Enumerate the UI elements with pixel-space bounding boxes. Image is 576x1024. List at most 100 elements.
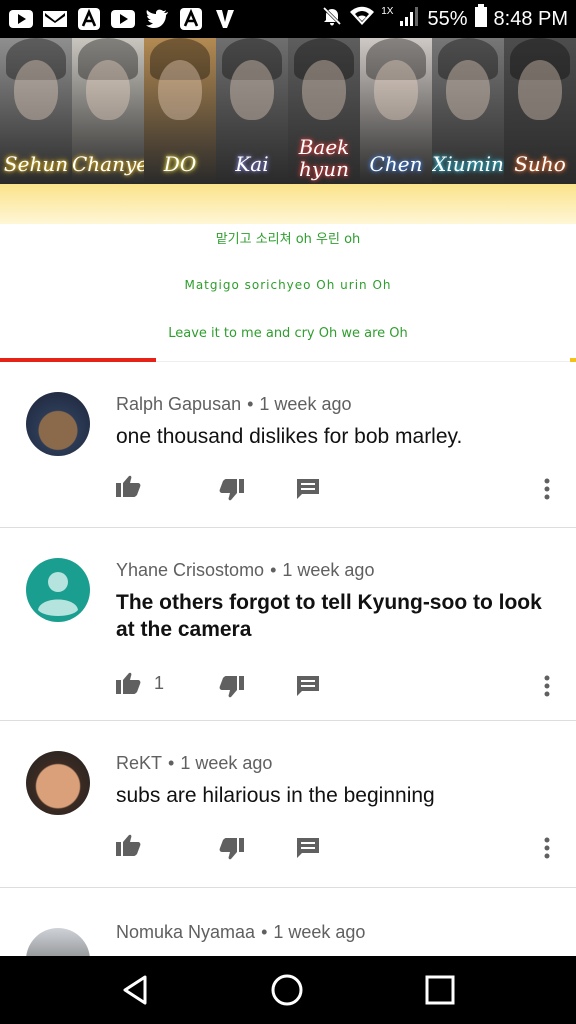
member-photo [230,60,274,120]
member-panel: Sehun [0,38,72,184]
system-status: 1X 55% 8:48 PM [321,4,568,34]
dislike-button[interactable] [218,838,244,860]
amino-icon [76,7,102,31]
comment-author[interactable]: ReKT [116,753,162,773]
member-name-line: hyun [299,157,349,181]
notification-icons [8,7,238,31]
reply-button[interactable] [296,675,320,697]
comment-author[interactable]: Ralph Gapusan [116,394,241,414]
member-photo [86,60,130,120]
twitter-icon [144,7,170,31]
thumbs-down-icon [218,676,244,698]
back-icon[interactable] [115,970,155,1010]
like-button[interactable] [116,475,142,497]
member-name: Baek hyun [288,136,360,180]
member-name: Suho [514,152,566,176]
mute-icon [321,5,343,33]
battery-icon [474,4,488,34]
reply-button[interactable] [296,837,320,859]
thumbs-up-icon [116,672,142,694]
clock: 8:48 PM [493,7,568,30]
comment-item: ReKT • 1 week ago subs are hilarious in the… [0,721,576,888]
member-panel: Xiumin [432,38,504,184]
default-avatar-icon [38,572,78,616]
thumbs-up-icon [116,834,142,856]
member-name: DO [163,152,197,176]
dislike-button[interactable] [218,479,244,501]
battery-percent: 55% [427,7,468,30]
like-button[interactable]: 1 [116,672,164,694]
more-options-button[interactable] [543,478,551,500]
lyric-english: Leave it to me and cry Oh we are Oh [168,326,408,341]
comment-text: one thousand dislikes for bob marley. [116,425,463,448]
separator-dot: • [247,394,254,414]
member-name: Sehun [3,152,69,176]
thumbs-down-icon [218,479,244,501]
member-photo [158,60,202,120]
member-strip: SehunChanyeol DO Kai Baekhyun Chen Xiumin Suho [0,38,576,184]
amino-icon [178,7,204,31]
status-bar: 1X 55% 8:48 PM [0,0,576,38]
youtube-icon [8,7,34,31]
separator-dot: • [261,922,268,942]
comment-item: Nomuka Nyamaa • 1 week ago [0,888,576,992]
member-photo [302,60,346,120]
like-button[interactable] [116,834,142,856]
member-panel: Baek hyun [288,38,360,184]
video-player[interactable]: SehunChanyeol DO Kai Baekhyun Chen Xiumin Suho… [0,38,576,362]
recents-icon[interactable] [420,970,460,1010]
dislike-button[interactable] [218,676,244,698]
member-panel: Chanyeol [72,38,144,184]
comment-author[interactable]: Yhane Crisostomo [116,560,264,580]
avatar[interactable] [26,751,90,815]
navigation-bar [0,956,576,1024]
comment-time: 1 week ago [282,560,375,580]
reply-icon [296,675,320,697]
comment-actions [116,475,566,505]
member-name-line: Baek [298,135,350,159]
comment-time: 1 week ago [180,753,273,773]
avatar[interactable] [26,392,90,456]
member-panel: Chen [360,38,432,184]
lyric-romanized: Matgigo sorichyeo Oh urin Oh [184,278,392,292]
lyric-banner [0,184,576,224]
comment-meta: Yhane Crisostomo • 1 week ago [116,560,374,581]
comment-actions: 1 [116,672,566,702]
thumbs-down-icon [218,838,244,860]
member-panel: Kai [216,38,288,184]
home-icon[interactable] [267,970,307,1010]
member-name: Kai [235,152,269,176]
lyric-korean: 맡기고 소리쳐 oh 우린 oh [215,232,361,247]
comment-meta: ReKT • 1 week ago [116,753,272,774]
avatar[interactable] [26,558,90,622]
comment-item: Yhane Crisostomo • 1 week ago The others fo… [0,528,576,721]
member-name: Chanyeol [72,152,144,176]
member-photo [518,60,562,120]
gmail-icon [42,7,68,31]
like-count: 1 [154,672,165,693]
separator-dot: • [270,560,277,580]
member-panel: Suho [504,38,576,184]
member-photo [14,60,58,120]
comment-meta: Nomuka Nyamaa • 1 week ago [116,922,365,943]
vlive-icon [212,7,238,31]
comment-item: Ralph Gapusan • 1 week ago one thousand dis… [0,362,576,528]
comment-text: subs are hilarious in the beginning [116,784,435,807]
more-options-button[interactable] [543,675,551,697]
more-options-button[interactable] [543,837,551,859]
comment-author[interactable]: Nomuka Nyamaa [116,922,255,942]
member-name: Xiumin [432,152,504,176]
youtube-icon [110,7,136,31]
comment-text: The others forgot to tell Kyung-soo to l… [116,591,542,641]
comment-time: 1 week ago [273,922,366,942]
comment-time: 1 week ago [259,394,352,414]
more-vert-icon [543,478,551,500]
member-photo [374,60,418,120]
member-name: Chen [369,152,423,176]
comment-actions [116,834,566,864]
reply-button[interactable] [296,478,320,500]
separator-dot: • [168,753,175,773]
reply-icon [296,478,320,500]
thumbs-up-icon [116,475,142,497]
signal-icon [399,5,421,33]
